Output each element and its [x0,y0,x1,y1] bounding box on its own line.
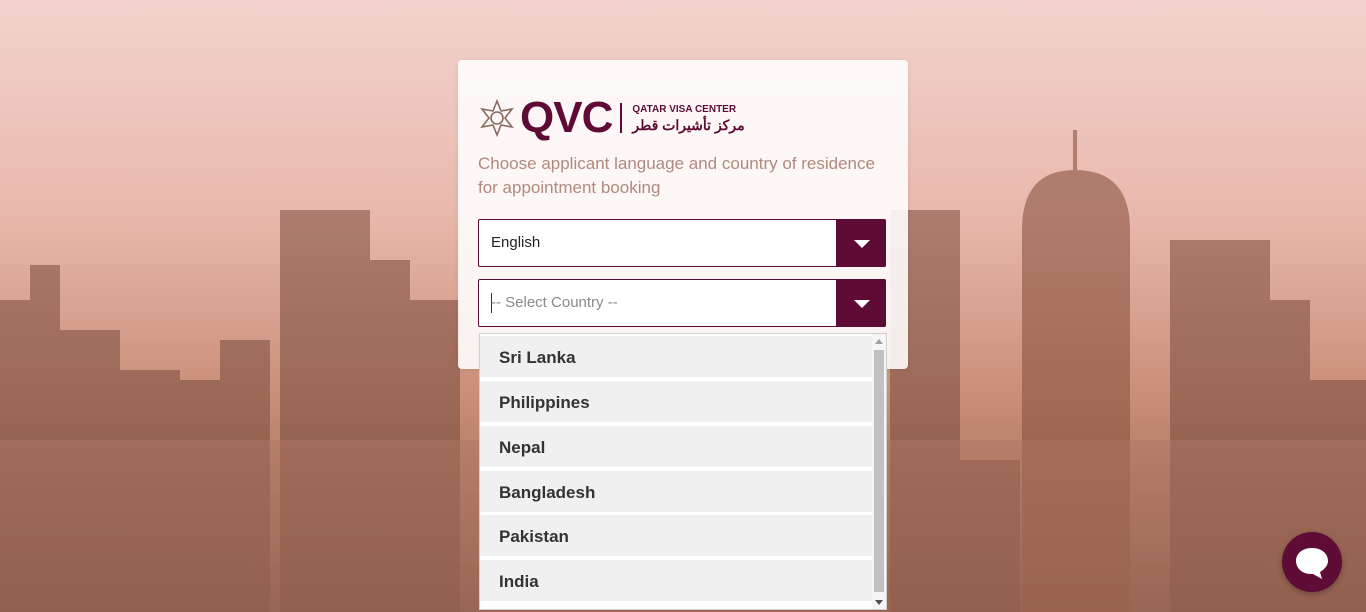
chat-button[interactable] [1282,532,1342,592]
country-option-label: Sri Lanka [499,348,576,367]
language-select[interactable]: English [478,219,886,267]
star-ornament-icon [480,99,514,137]
language-select-value: English [491,234,541,251]
country-option[interactable]: Bangladesh [480,471,872,514]
country-option[interactable]: India [480,560,872,603]
logo-divider [620,103,623,133]
qvc-logo: QVC QATAR VISA CENTER مركز تأشيرات قطر [478,93,745,142]
logo-subtitle: QATAR VISA CENTER مركز تأشيرات قطر [632,103,744,134]
country-option-label: Pakistan [499,527,569,546]
chevron-down-icon [854,300,870,308]
chevron-down-icon [854,240,870,248]
country-option[interactable]: Pakistan [480,515,872,558]
instruction-text: Choose applicant language and country of… [478,154,875,197]
language-dropdown-button[interactable] [836,219,886,267]
country-option[interactable]: Nepal [480,426,872,469]
scroll-down-arrow-icon[interactable] [875,600,883,605]
country-option-label: India [499,572,539,591]
country-dropdown-list[interactable]: Sri Lanka Philippines Nepal Bangladesh P… [479,333,887,610]
country-option-label: Bangladesh [499,483,596,502]
country-select[interactable]: -- Select Country -- [478,279,886,327]
country-select-placeholder: -- Select Country -- [491,294,618,311]
scroll-up-arrow-icon[interactable] [875,339,883,344]
dropdown-scrollbar[interactable] [872,334,886,609]
country-option-label: Philippines [499,393,590,412]
country-dropdown-button[interactable] [836,279,886,327]
booking-card: QVC QATAR VISA CENTER مركز تأشيرات قطر C… [458,60,908,369]
logo-wordmark: QVC [520,93,613,142]
logo-subtitle-en: QATAR VISA CENTER [632,103,737,115]
country-option[interactable]: Sri Lanka [480,336,872,379]
scrollbar-thumb[interactable] [874,350,884,592]
country-option-label: Nepal [499,438,546,457]
country-option[interactable]: Philippines [480,381,872,424]
logo-subtitle-ar: مركز تأشيرات قطر [632,116,745,133]
chat-bubble-icon [1296,548,1328,579]
